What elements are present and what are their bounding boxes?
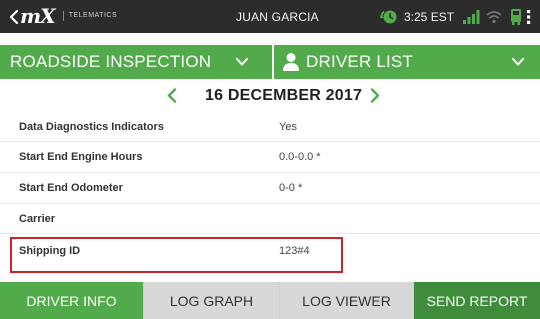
- detail-row-carrier: Carrier: [0, 204, 540, 234]
- logo-subtitle: TELEMATICS: [62, 11, 117, 21]
- chevron-down-icon: [512, 58, 524, 66]
- tab-driver-info[interactable]: DRIVER INFO: [0, 282, 144, 319]
- detail-row-engine-hours: Start End Engine Hours 0.0-0.0 *: [0, 142, 540, 173]
- status-icons: 3:25 EST: [380, 6, 523, 28]
- row-label: Data Diagnostics Indicators: [19, 121, 164, 133]
- shipping-id-highlight: [10, 237, 343, 273]
- row-value: Yes: [279, 121, 297, 133]
- chevron-left-icon[interactable]: [7, 9, 21, 25]
- row-label: Start End Engine Hours: [19, 151, 143, 163]
- chevron-left-icon[interactable]: [166, 88, 178, 103]
- detail-row-odometer: Start End Odometer 0-0 *: [0, 173, 540, 204]
- chevron-down-icon: [236, 58, 248, 66]
- clock-time: 3:25 EST: [404, 10, 455, 24]
- app-logo: mX TELEMATICS: [20, 4, 117, 28]
- driver-list-label: DRIVER LIST: [306, 52, 414, 71]
- bottom-tabs: DRIVER INFO LOG GRAPH LOG VIEWER SEND RE…: [0, 282, 540, 319]
- row-label: Start End Odometer: [19, 182, 123, 194]
- wifi-icon: [486, 11, 502, 24]
- tab-log-viewer[interactable]: LOG VIEWER: [280, 282, 414, 319]
- roadside-inspection-label: ROADSIDE INSPECTION: [10, 52, 212, 71]
- truck-icon: [511, 9, 522, 25]
- tab-log-graph[interactable]: LOG GRAPH: [144, 282, 280, 319]
- driver-name: JUAN GARCIA: [236, 10, 319, 24]
- chevron-right-icon[interactable]: [369, 88, 381, 103]
- row-value: 0.0-0.0 *: [279, 151, 321, 163]
- row-label: Carrier: [19, 213, 56, 225]
- driver-list-dropdown[interactable]: DRIVER LIST: [274, 45, 540, 79]
- current-date: 16 DECEMBER 2017: [205, 87, 363, 104]
- nav-bar: ROADSIDE INSPECTION DRIVER LIST: [0, 45, 540, 79]
- logo-mark: mX: [20, 4, 56, 28]
- date-navigator: 16 DECEMBER 2017: [0, 79, 540, 112]
- status-bar: mX TELEMATICS JUAN GARCIA 3:25 EST: [0, 0, 540, 33]
- more-vertical-icon[interactable]: [526, 9, 532, 25]
- history-clock-icon: [380, 10, 397, 24]
- row-value: 0-0 *: [279, 182, 303, 194]
- roadside-inspection-dropdown[interactable]: ROADSIDE INSPECTION: [0, 45, 272, 79]
- person-icon: [283, 53, 299, 71]
- signal-bars-icon: [463, 10, 480, 24]
- detail-row-data-diagnostics: Data Diagnostics Indicators Yes: [0, 112, 540, 142]
- send-report-button[interactable]: SEND REPORT: [414, 282, 540, 319]
